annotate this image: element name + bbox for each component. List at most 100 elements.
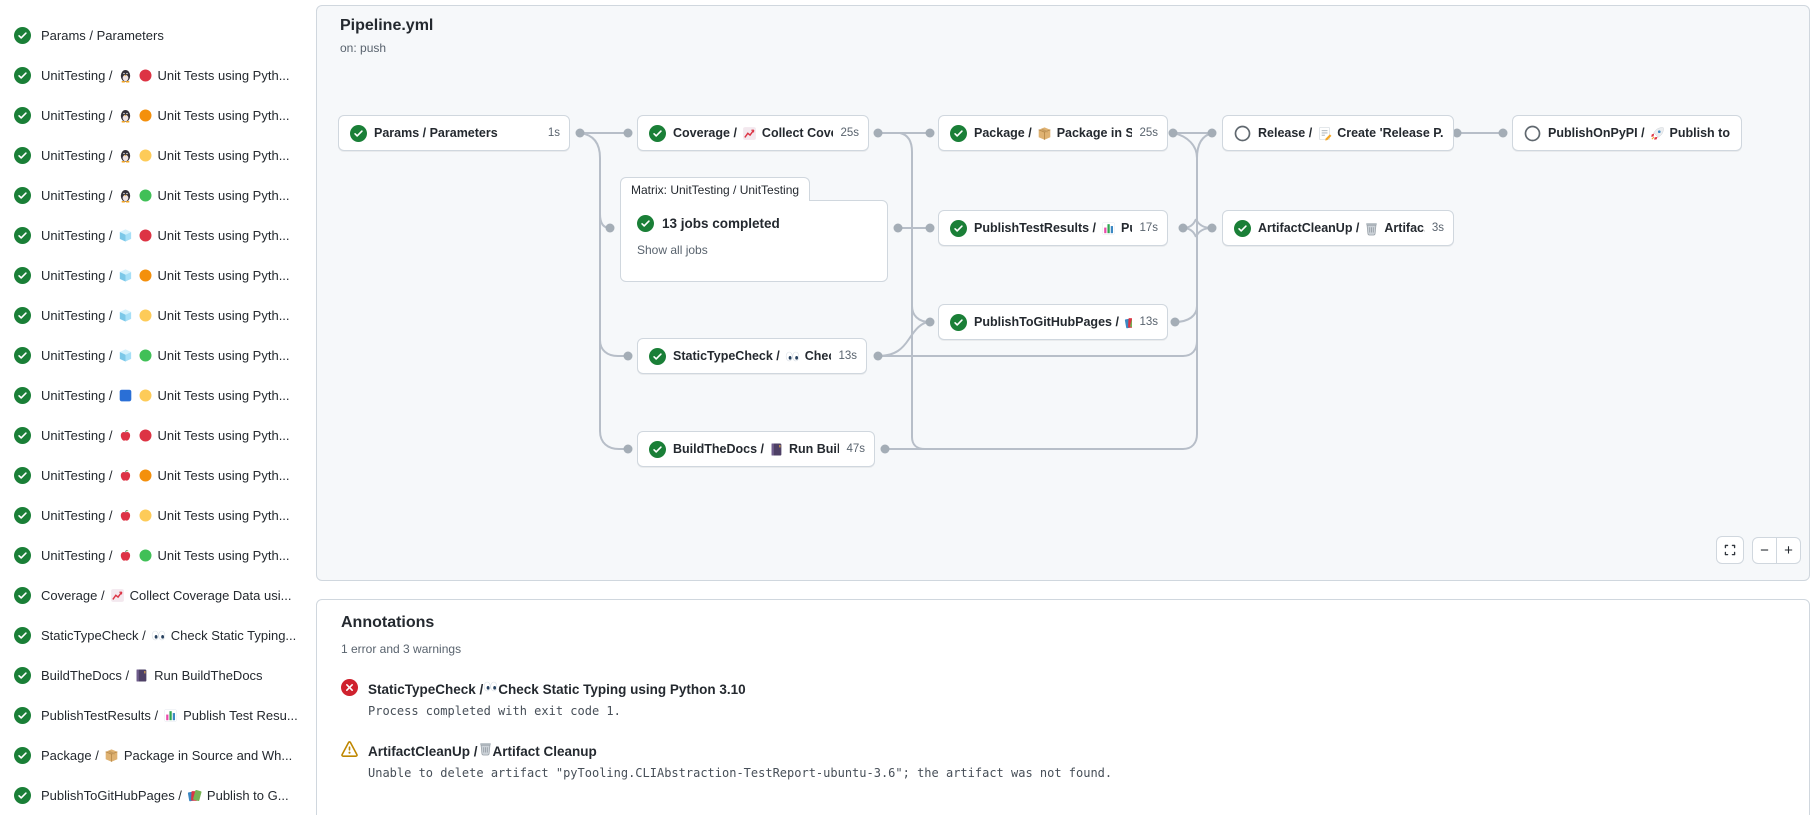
zoom-controls: − +: [1752, 537, 1801, 564]
status-success-icon: [14, 147, 31, 164]
status-success-icon: [350, 125, 367, 142]
status-success-icon: [14, 507, 31, 524]
label-text: Coverage /: [673, 126, 737, 140]
label-text: Unit Tests using Pyth...: [158, 268, 290, 283]
label-text: UnitTesting /: [41, 268, 113, 283]
label-text: Check Static Typing...: [171, 628, 297, 643]
label-text: StaticTypeCheck /: [368, 682, 483, 697]
pipeline-node-publishtogithubpages[interactable]: PublishToGitHubPages /...13s: [938, 304, 1168, 340]
annotations-panel: Annotations 1 error and 3 warnings Stati…: [316, 599, 1810, 815]
pipeline-node-publishonpypi[interactable]: PublishOnPyPI /Publish to ...: [1512, 115, 1742, 151]
sidebar-job-item-9[interactable]: UnitTesting /Unit Tests using Pyth...: [0, 375, 312, 415]
status-success-icon: [14, 707, 31, 724]
pipeline-node-package[interactable]: Package /Package in So...25s: [938, 115, 1168, 151]
dot-yellow-icon: [138, 148, 153, 163]
label-text: Chec...: [805, 349, 832, 363]
sidebar-job-item-18[interactable]: Package /Package in Source and Wh...: [0, 735, 312, 775]
label-text: PublishTestResults /: [41, 708, 158, 723]
label-text: Create 'Release P...: [1337, 126, 1444, 140]
notebook-icon: [134, 668, 149, 683]
label-text: Unit Tests using Pyth...: [158, 428, 290, 443]
pipeline-node-buildthedocs[interactable]: BuildTheDocs /Run Buil...47s: [637, 431, 875, 467]
label-text: Unit Tests using Pyth...: [158, 388, 290, 403]
node-duration: 47s: [846, 443, 865, 455]
sidebar-job-item-14[interactable]: Coverage /Collect Coverage Data usi...: [0, 575, 312, 615]
fullscreen-button[interactable]: [1716, 536, 1744, 564]
label-text: Package /: [974, 126, 1032, 140]
dot-red-icon: [138, 428, 153, 443]
status-skipped-icon: [1234, 125, 1251, 142]
sidebar-job-item-2[interactable]: UnitTesting /Unit Tests using Pyth...: [0, 95, 312, 135]
pipeline-title: Pipeline.yml: [340, 17, 433, 35]
notebook-icon: [769, 442, 784, 457]
bar-chart-icon: [1101, 221, 1116, 236]
zoom-out-button[interactable]: −: [1753, 538, 1776, 563]
node-duration: 1s: [548, 127, 560, 139]
pipeline-node-params[interactable]: Params / Parameters1s: [338, 115, 570, 151]
sidebar-job-item-16[interactable]: BuildTheDocs /Run BuildTheDocs: [0, 655, 312, 695]
eyes-icon: [483, 679, 498, 694]
ice-cube-icon: [118, 268, 133, 283]
label-text: Unit Tests using Pyth...: [158, 228, 290, 243]
label-text: Run Buil...: [789, 442, 839, 456]
status-success-icon: [14, 467, 31, 484]
label-text: Artifac...: [1384, 221, 1424, 235]
label-text: UnitTesting /: [41, 108, 113, 123]
label-text: Coverage /: [41, 588, 105, 603]
pipeline-graph-panel: [316, 5, 1810, 581]
pipeline-trigger: on: push: [340, 41, 386, 55]
sidebar-job-item-7[interactable]: UnitTesting /Unit Tests using Pyth...: [0, 295, 312, 335]
sidebar-job-item-5[interactable]: UnitTesting /Unit Tests using Pyth...: [0, 215, 312, 255]
annotations-subtitle: 1 error and 3 warnings: [341, 642, 461, 656]
label-text: Collect Cove...: [762, 126, 834, 140]
dot-yellow-icon: [138, 308, 153, 323]
annotations-list: StaticTypeCheck /Check Static Typing usi…: [341, 678, 1785, 802]
sidebar-job-item-4[interactable]: UnitTesting /Unit Tests using Pyth...: [0, 175, 312, 215]
status-success-icon: [14, 667, 31, 684]
pipeline-node-publishtestresults[interactable]: PublishTestResults /Pu...17s: [938, 210, 1168, 246]
annotation-message: Unable to delete artifact "pyTooling.CLI…: [368, 766, 1112, 780]
sidebar-job-item-6[interactable]: UnitTesting / Unit Tests using Pyth...: [0, 255, 312, 295]
sidebar-job-item-11[interactable]: UnitTesting /Unit Tests using Pyth...: [0, 455, 312, 495]
status-success-icon: [14, 187, 31, 204]
pipeline-node-release[interactable]: Release / Create 'Release P...: [1222, 115, 1454, 151]
sidebar-job-item-15[interactable]: StaticTypeCheck /Check Static Typing...: [0, 615, 312, 655]
annotation-title[interactable]: ArtifactCleanUp /Artifact Cleanup: [368, 740, 1112, 759]
sidebar-job-item-10[interactable]: UnitTesting /Unit Tests using Pyth...: [0, 415, 312, 455]
sidebar-job-item-17[interactable]: PublishTestResults /Publish Test Resu...: [0, 695, 312, 735]
matrix-tab-label: Matrix: UnitTesting / UnitTesting: [620, 177, 810, 201]
show-all-jobs-link[interactable]: Show all jobs: [637, 243, 871, 257]
label-text: Unit Tests using Pyth...: [158, 148, 290, 163]
matrix-node[interactable]: 13 jobs completed Show all jobs: [620, 200, 888, 282]
pipeline-node-artifactcleanup[interactable]: ArtifactCleanUp /Artifac...3s: [1222, 210, 1454, 246]
sidebar-job-item-12[interactable]: UnitTesting /Unit Tests using Pyth...: [0, 495, 312, 535]
memo-icon: [1317, 126, 1332, 141]
sidebar-job-item-3[interactable]: UnitTesting /Unit Tests using Pyth...: [0, 135, 312, 175]
annotations-title: Annotations: [341, 614, 434, 632]
status-success-icon: [14, 67, 31, 84]
sidebar-job-item-0[interactable]: Params / Parameters: [0, 15, 312, 55]
node-duration: 25s: [840, 127, 859, 139]
node-duration: 25s: [1139, 127, 1158, 139]
pipeline-node-coverage[interactable]: Coverage / Collect Cove... 25s: [637, 115, 869, 151]
sidebar-job-item-19[interactable]: PublishToGitHubPages /Publish to G...: [0, 775, 312, 815]
workflow-run-page: Params / Parameters UnitTesting / Unit Tes…: [0, 0, 1818, 815]
label-text: Release /: [1258, 126, 1312, 140]
status-success-icon: [14, 387, 31, 404]
jobs-sidebar: Params / Parameters UnitTesting / Unit Tes…: [0, 15, 312, 815]
pipeline-node-statictypecheck[interactable]: StaticTypeCheck /Chec...13s: [637, 338, 867, 374]
label-text: Unit Tests using Pyth...: [158, 308, 290, 323]
zoom-in-button[interactable]: +: [1776, 538, 1800, 563]
annotation-title[interactable]: StaticTypeCheck /Check Static Typing usi…: [368, 678, 746, 697]
sidebar-job-item-13[interactable]: UnitTesting /Unit Tests using Pyth...: [0, 535, 312, 575]
status-success-icon: [950, 220, 967, 237]
sidebar-job-item-8[interactable]: UnitTesting /Unit Tests using Pyth...: [0, 335, 312, 375]
dot-green-icon: [138, 188, 153, 203]
package-icon: [104, 748, 119, 763]
apple-icon: [118, 428, 133, 443]
label-text: Pu...: [1121, 221, 1132, 235]
screen-full-icon: [1723, 543, 1737, 557]
status-success-icon: [649, 125, 666, 142]
status-skipped-icon: [1524, 125, 1541, 142]
sidebar-job-item-1[interactable]: UnitTesting /Unit Tests using Pyth...: [0, 55, 312, 95]
